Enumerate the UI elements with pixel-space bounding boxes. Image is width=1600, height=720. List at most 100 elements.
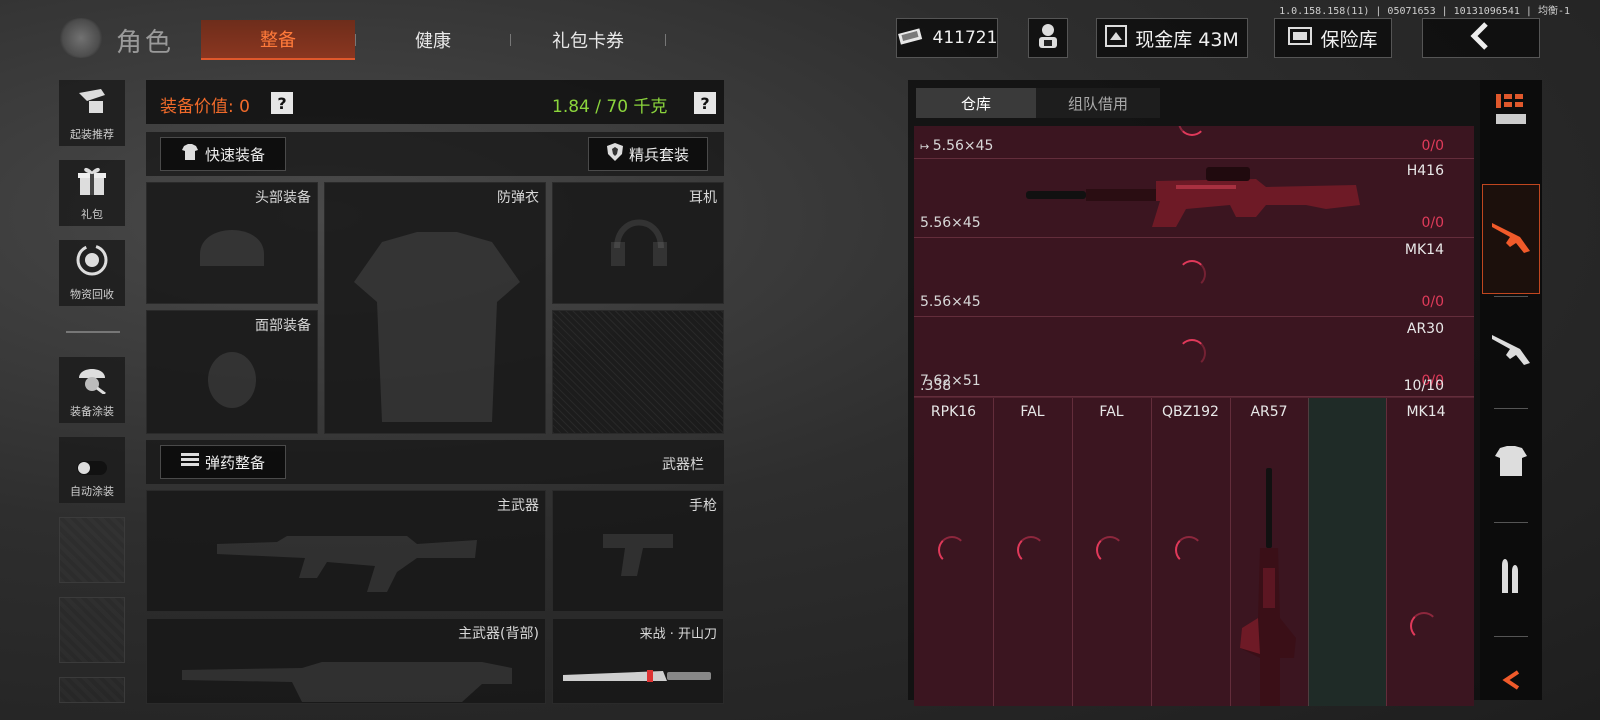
loading-arc-icon [1096,536,1124,564]
ammo-count: 10/10 [1403,378,1444,394]
rail-divider [1494,408,1528,409]
primary-weapon-label: 主武器 [497,498,539,514]
cash-bundle-icon [897,27,925,50]
tab-storage-label: 仓库 [960,94,991,113]
ammo-caliber: 5.56×45 [920,294,981,310]
inventory-grid: ↦ 5.56×45 0/0 H416 5.56×45 0/0 MK14 5.56… [914,126,1474,706]
auto-skin-toggle[interactable] [77,461,107,475]
tab-gift-cards-label: 礼包卡券 [552,31,624,52]
grid-item[interactable]: FAL [993,398,1072,706]
assault-rifle-icon [1490,217,1532,261]
tab-team-borrow-label: 组队借用 [1067,94,1128,113]
h416-rifle-icon [1026,165,1366,239]
character-logo-icon [58,18,104,58]
sidebar-item-equip-skin[interactable]: 装备涂装 [59,357,125,423]
cash-vault-button[interactable]: 现金库 43M [1096,18,1248,58]
sidebar-item-auto-skin[interactable]: 自动涂装 [59,437,125,503]
ammo-equip-label: 弹药整备 [204,453,265,472]
rail-assault-rifle[interactable] [1482,184,1540,294]
loadout-recommend-icon [75,87,109,122]
safe-box-label: 保险库 [1320,28,1378,51]
rail-divider [1494,522,1528,523]
grid-item[interactable]: AR57 [1230,398,1308,706]
weight-display: 1.84 / 70 千克 [552,97,668,117]
ammo-caliber: 5.56×45 [920,215,981,231]
body-armor-slot[interactable]: 防弹衣 [324,182,546,434]
head-gear-slot[interactable]: 头部装备 [146,182,318,304]
inventory-row[interactable]: H416 5.56×45 0/0 [914,159,1474,237]
headset-slot[interactable]: 耳机 [552,182,724,304]
rail-rifle[interactable] [1482,296,1540,406]
version-text: 1.0.158.158(11) | 05071653 | 10131096541… [1279,6,1570,17]
sidebar-item-gift[interactable]: 礼包 [59,160,125,226]
helmet-icon [187,207,277,287]
sidebar-item-label: 装备涂装 [70,405,114,418]
shield-icon [606,143,623,165]
ar57-rifle-icon [1230,468,1308,706]
inventory-row[interactable]: MK14 5.56×45 0/0 [914,238,1474,316]
ammo-caliber: .338 [920,378,952,394]
pistol-label: 手枪 [689,498,717,514]
loading-arc-icon [1017,536,1045,564]
elite-set-button[interactable]: 精兵套装 [588,137,708,171]
grid-item[interactable]: FAL [1072,398,1151,706]
pistol-slot[interactable]: 手枪 [552,490,724,612]
primary-weapon-slot[interactable]: 主武器 [146,490,546,612]
safe-icon [1288,26,1313,51]
value-help-button[interactable]: ? [271,92,293,114]
back-weapon-label: 主武器(背部) [458,626,539,642]
back-weapon-slot[interactable]: 主武器(背部) [146,618,546,704]
currency-display[interactable]: 411721 [896,18,998,58]
tab-health[interactable]: 健康 [356,20,510,60]
tab-divider [665,34,666,46]
inventory-row[interactable]: AR30 7.62×51 0/0 [914,317,1474,395]
grid-item[interactable]: QBZ192 [1151,398,1230,706]
gas-mask-icon [197,341,267,421]
tab-gift-cards[interactable]: 礼包卡券 [511,20,665,60]
gift-icon [77,165,107,202]
equipment-value: 装备价值: 0 [160,97,250,117]
loading-arc-icon [1175,536,1203,564]
rail-collapse[interactable] [1482,660,1540,700]
rail-ammo[interactable] [1482,524,1540,634]
rail-storage[interactable] [1482,84,1540,148]
elite-set-label: 精兵套装 [628,145,689,164]
sidebar-item-label: 起装推荐 [70,128,114,141]
page-title: 角色 [116,28,175,58]
weapon-name: FAL [1020,404,1045,420]
tab-health-label: 健康 [415,31,451,52]
tab-equip[interactable]: 整备 [201,20,355,60]
sidebar-item-loadout-recommend[interactable]: 起装推荐 [59,80,125,146]
rifle-silhouette-icon [207,517,487,597]
melee-slot[interactable]: 来战 · 开山刀 [552,618,724,704]
weight-help-button[interactable]: ? [694,92,716,114]
grid-item[interactable] [1308,398,1386,706]
back-button[interactable] [1422,18,1540,58]
weapon-name: AR30 [1406,321,1444,337]
quick-equip-button[interactable]: 快速装备 [160,137,286,171]
cash-vault-label: 现金库 43M [1135,28,1239,51]
melee-label: 来战 · 开山刀 [639,627,717,642]
grid-item[interactable]: MK14 [1386,398,1474,706]
tab-team-borrow[interactable]: 组队借用 [1036,88,1160,118]
locked-slot [552,310,724,434]
safe-box-button[interactable]: 保险库 [1274,18,1392,58]
tab-storage[interactable]: 仓库 [916,88,1036,118]
pistol-silhouette-icon [599,525,679,585]
operator-button[interactable] [1028,18,1068,58]
grid-item[interactable]: RPK16 [914,398,993,706]
back-arrow-icon [1468,21,1494,55]
ammo-equip-button[interactable]: 弹药整备 [160,445,286,479]
sidebar-item-recycle[interactable]: 物资回收 [59,240,125,306]
storage-icon [1494,92,1528,140]
headset-icon [603,205,675,285]
helmet-skin-icon [75,362,109,399]
armor-small-icon [181,144,199,164]
currency-value: 411721 [932,28,998,48]
face-gear-slot[interactable]: 面部装备 [146,310,318,434]
loading-arc-icon [1178,126,1206,136]
rail-divider [1494,636,1528,637]
rail-armor[interactable] [1482,410,1540,520]
recycle-icon [75,243,109,282]
loading-arc-icon [1178,339,1206,367]
